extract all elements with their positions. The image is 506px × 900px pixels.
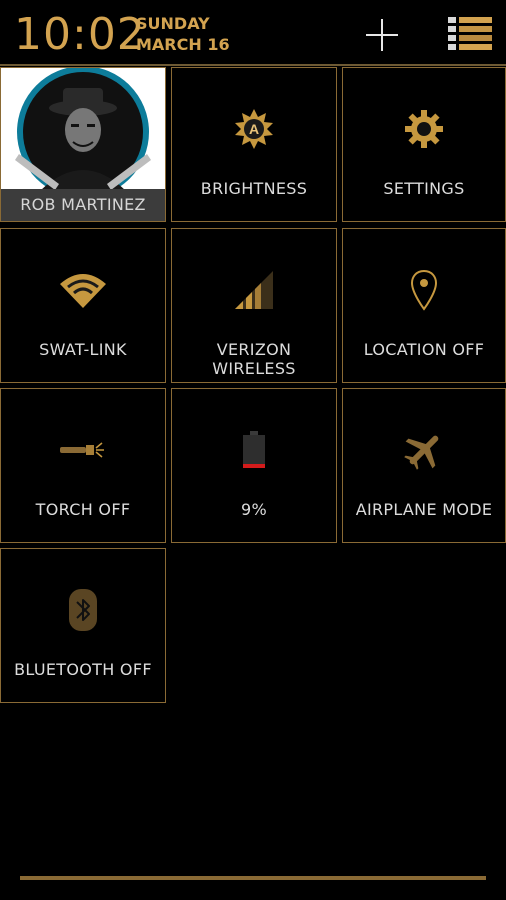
torch-tile[interactable]: TORCH OFF [0,388,166,543]
tile-label: 9% [241,500,267,519]
bluetooth-tile[interactable]: BLUETOOTH OFF [0,548,166,703]
settings-tile[interactable]: SETTINGS [342,67,506,222]
tile-label: TORCH OFF [35,500,131,519]
mobile-signal-tile[interactable]: VERIZON WIRELESS [171,228,337,383]
tile-label: SETTINGS [383,179,465,198]
tile-label: BRIGHTNESS [200,179,308,198]
date-label: MARCH 16 [136,35,230,54]
svg-text:A: A [249,121,259,137]
location-pin-icon [410,269,438,311]
clock-time: 10:02 [14,9,146,60]
torch-icon [60,442,104,458]
tile-label: AIRPLANE MODE [355,500,493,519]
header-divider [0,64,506,66]
tile-label: SWAT-LINK [39,340,127,359]
battery-tile[interactable]: 9% [171,388,337,543]
user-profile-tile[interactable]: ROB MARTINEZ [0,67,166,222]
signal-icon [235,271,273,309]
plus-icon[interactable] [364,17,400,53]
wifi-tile[interactable]: SWAT-LINK [0,228,166,383]
user-name: ROB MARTINEZ [1,189,165,221]
list-icon[interactable] [448,16,492,52]
battery-icon [243,431,265,468]
day-label: SUNDAY [136,14,210,33]
airplane-icon [404,435,439,470]
tile-label: BLUETOOTH OFF [14,660,152,679]
airplane-mode-tile[interactable]: AIRPLANE MODE [342,388,506,543]
brightness-icon: A [235,109,273,149]
status-header: 10:02 SUNDAY MARCH 16 [0,0,506,66]
drag-handle[interactable] [20,876,486,880]
tile-label: LOCATION OFF [363,340,485,359]
location-tile[interactable]: LOCATION OFF [342,228,506,383]
bluetooth-icon [69,589,97,631]
avatar [1,68,165,190]
tile-label: VERIZON WIRELESS [212,340,296,378]
brightness-tile[interactable]: A BRIGHTNESS [171,67,337,222]
wifi-icon [60,274,106,308]
date-display: SUNDAY MARCH 16 [136,13,230,55]
gear-icon [405,110,443,148]
